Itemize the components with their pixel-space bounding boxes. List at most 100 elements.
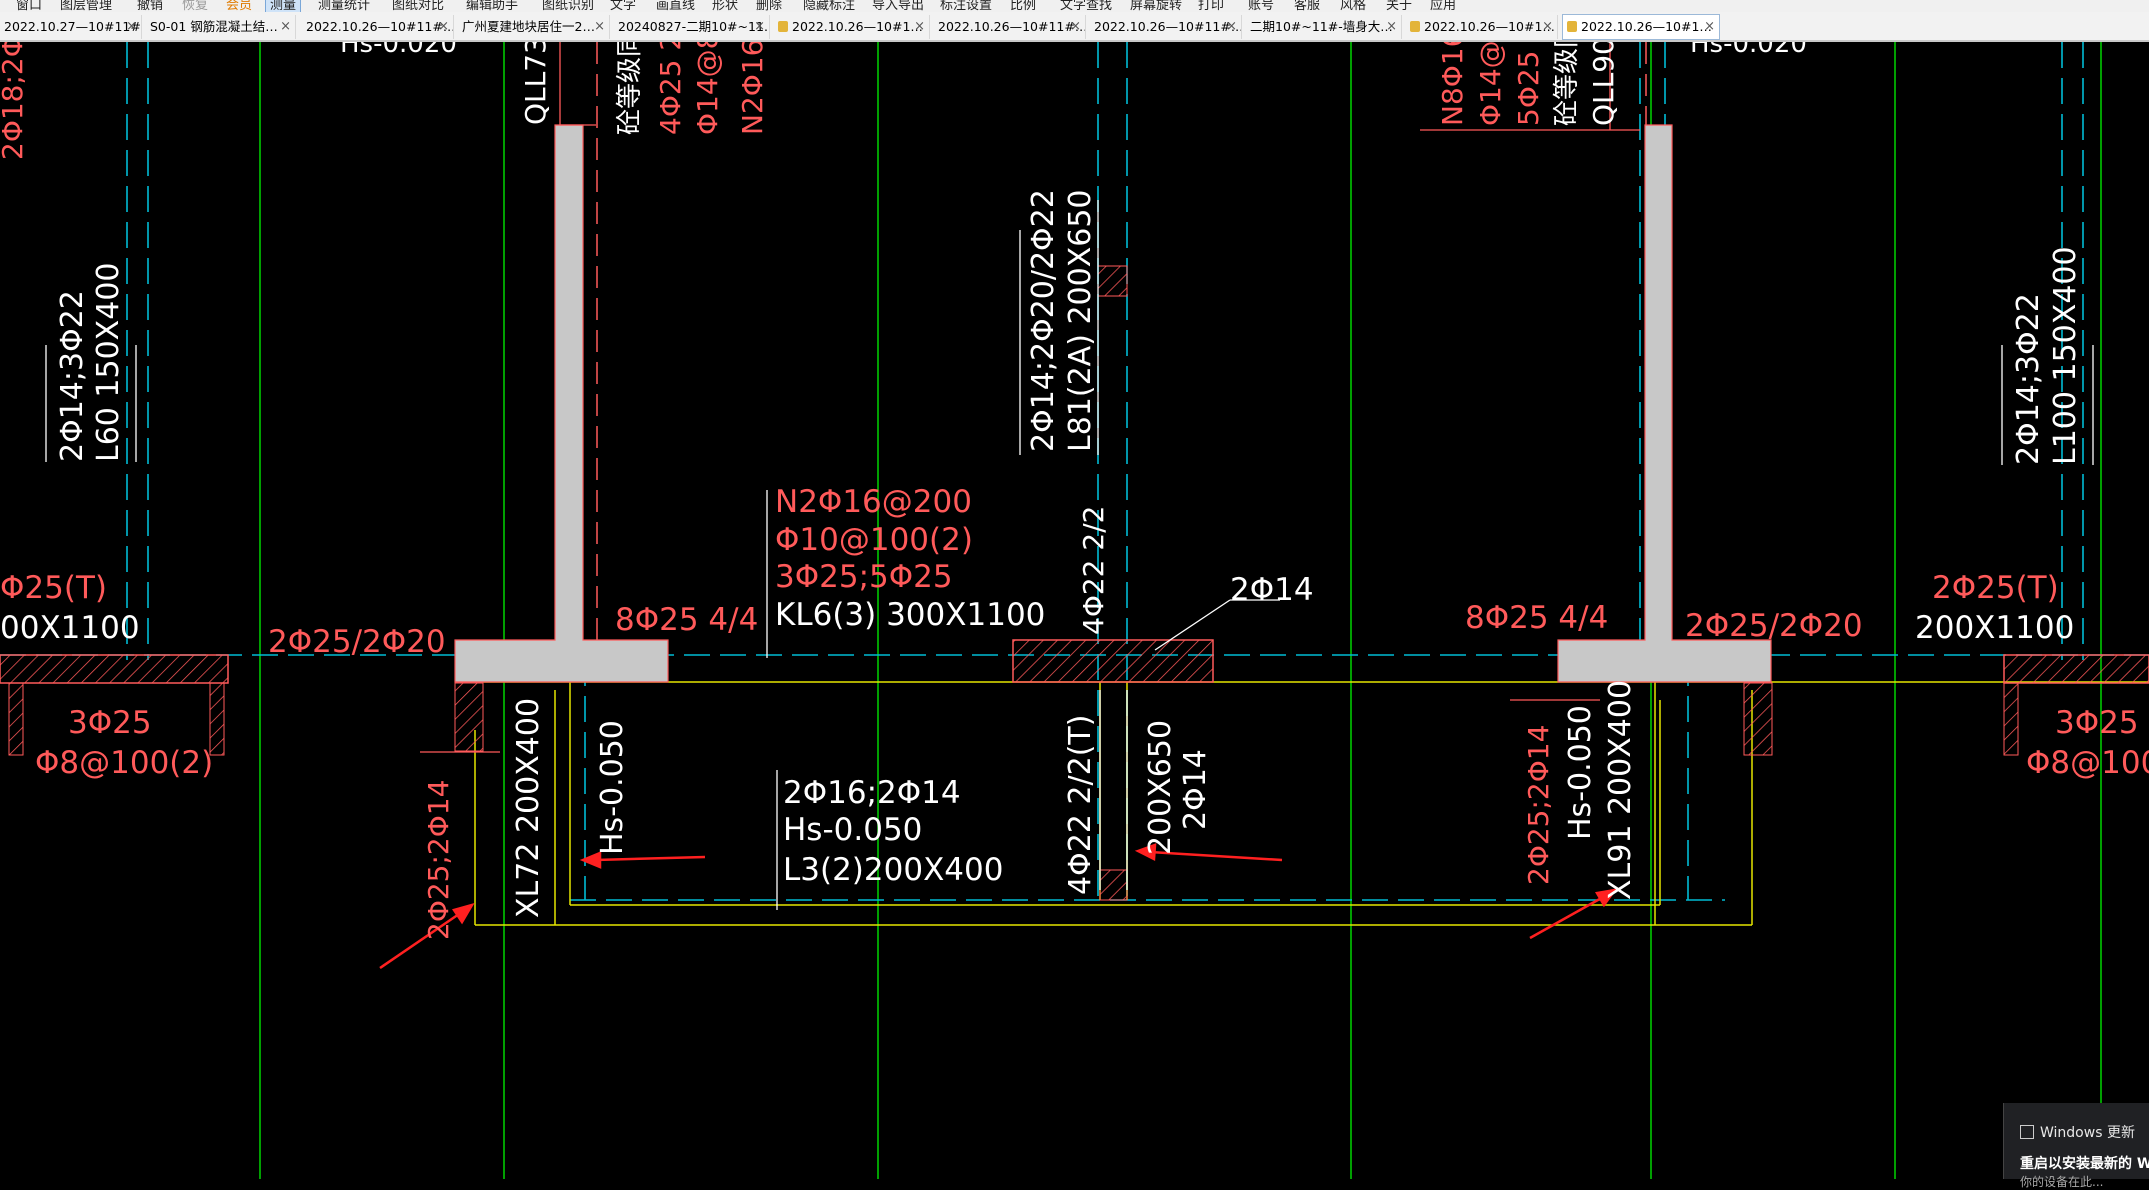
close-icon[interactable]: × xyxy=(1704,15,1715,39)
close-icon[interactable]: × xyxy=(1542,15,1553,39)
document-tab[interactable]: 20240827-二期10#~11… × xyxy=(614,15,770,39)
menu-account[interactable]: 账号 xyxy=(1248,0,1274,12)
center-2014-b: 2Φ14 xyxy=(1178,749,1213,830)
document-tab[interactable]: 广州夏建地块居住一2… × xyxy=(458,15,610,39)
menu-draw-line[interactable]: 画直线 xyxy=(656,0,695,12)
xl72-label: XL72 200X400 xyxy=(511,698,546,918)
document-tab[interactable]: S0-01 钢筋混凝土结… × xyxy=(146,15,296,39)
menu-screen-rotate[interactable]: 屏幕旋转 xyxy=(1130,0,1182,12)
mid-8025-right: 8Φ25 4/4 xyxy=(1465,600,1608,636)
qll90-col3: 5Φ25 xyxy=(1512,51,1545,126)
left-808: Φ8@100(2) xyxy=(35,745,213,781)
close-icon[interactable]: × xyxy=(1226,15,1237,39)
tab-label: 2022.10.26—10#1… xyxy=(1424,19,1555,34)
l81-line2: L81(2A) 200X650 xyxy=(1063,189,1098,452)
update-icon xyxy=(2020,1125,2034,1139)
mid-8025-left: 8Φ25 4/4 xyxy=(615,602,758,638)
qll90-label: QLL90 xyxy=(1587,42,1620,126)
menu-support[interactable]: 客服 xyxy=(1294,0,1320,12)
tab-label: 2022.10.26—10#11#… xyxy=(1094,19,1242,34)
toast-title: Windows 更新 xyxy=(2040,1125,2135,1141)
menu-drawing-compare[interactable]: 图纸对比 xyxy=(392,0,444,12)
close-icon[interactable]: × xyxy=(754,15,765,39)
qll73-label: QLL73 xyxy=(519,42,552,125)
close-icon[interactable]: × xyxy=(438,15,449,39)
menu-style[interactable]: 风格 xyxy=(1340,0,1366,12)
center-2014: 2Φ14 xyxy=(1230,572,1314,608)
xl91-red: 2Φ25;2Φ14 xyxy=(1522,725,1555,885)
lock-icon xyxy=(1567,21,1577,32)
document-tab-active[interactable]: 2022.10.26—10#1… × xyxy=(1562,14,1720,40)
qll73-col4: N2Φ16 xyxy=(736,42,769,135)
qll73-col3: Φ14@8 xyxy=(691,42,724,135)
right-3025: 3Φ25 xyxy=(2055,705,2139,741)
close-icon[interactable]: × xyxy=(1070,15,1081,39)
kl6-line1: N2Φ16@200 xyxy=(775,484,972,520)
top-right-elevation: Hs-0.020 xyxy=(1690,42,1807,59)
menu-text-search[interactable]: 文字查找 xyxy=(1060,0,1112,12)
document-tab[interactable]: 2022.10.26—10#1… × xyxy=(774,15,930,39)
close-icon[interactable]: × xyxy=(914,15,925,39)
menu-measure-stats[interactable]: 测量统计 xyxy=(318,0,370,12)
right-808: Φ8@100( xyxy=(2026,745,2149,781)
menu-hide-annotation[interactable]: 隐藏标注 xyxy=(803,0,855,12)
toast-sub: 你的设备在此... xyxy=(2020,1175,2104,1189)
kl6-line2: Φ10@100(2) xyxy=(775,522,973,558)
toast-body: 重启以安装最新的 W xyxy=(2020,1156,2149,1172)
right-2025-2020: 2Φ25/2Φ20 xyxy=(1685,608,1863,644)
center-4022-bottom: 4Φ22 2/2(T) xyxy=(1063,715,1098,895)
lock-icon xyxy=(1410,21,1420,32)
menu-vip[interactable]: 会员 xyxy=(226,0,252,12)
xl91-hs: Hs-0.050 xyxy=(1563,705,1598,840)
close-icon[interactable]: × xyxy=(1386,15,1397,39)
tab-label: 2022.10.26—10#1… xyxy=(792,19,923,34)
menu-text[interactable]: 文字 xyxy=(610,0,636,12)
tab-label: 2022.10.27—10#11#… xyxy=(4,19,142,34)
menu-edit-assistant[interactable]: 编辑助手 xyxy=(466,0,518,12)
l3-line3: L3(2)200X400 xyxy=(783,852,1003,888)
menu-import-export[interactable]: 导入导出 xyxy=(872,0,924,12)
document-tab[interactable]: 2022.10.27—10#11#… × xyxy=(0,15,142,39)
menu-bar: 窗口 图层管理 撤销 恢复 会员 测量 测量统计 图纸对比 编辑助手 图纸识别 … xyxy=(0,0,2149,12)
close-icon[interactable]: × xyxy=(126,15,137,39)
close-icon[interactable]: × xyxy=(280,15,291,39)
menu-delete[interactable]: 删除 xyxy=(756,0,782,12)
document-tab-bar: 2022.10.27—10#11#… × S0-01 钢筋混凝土结… × 202… xyxy=(0,12,2149,42)
menu-print[interactable]: 打印 xyxy=(1198,0,1224,12)
qll90-col4: 砼等级同墙 xyxy=(1552,42,1582,126)
xl72-hs: Hs-0.050 xyxy=(595,720,630,855)
document-tab[interactable]: 二期10#~11#-墙身大… × xyxy=(1246,15,1402,39)
close-icon[interactable]: × xyxy=(594,15,605,39)
qll73-col2: 4Φ25 2 xyxy=(654,42,687,135)
left-3025: 3Φ25 xyxy=(68,705,152,741)
cad-drawing[interactable]: Hs-0.020 Hs-0.020 2Φ18;2Φ QLL73 砼等级同墙 4Φ… xyxy=(0,0,2149,1179)
menu-redo[interactable]: 恢复 xyxy=(182,0,208,12)
left-top-red: 2Φ18;2Φ xyxy=(0,42,29,160)
yellow-outline xyxy=(470,681,2149,926)
tab-label: 2022.10.26—10#1… xyxy=(1581,19,1712,34)
center-small-hatch-top xyxy=(1097,265,1128,297)
kl6-line3: 3Φ25;5Φ25 xyxy=(775,559,953,595)
document-tab[interactable]: 2022.10.26—10#11#… × xyxy=(1090,15,1242,39)
menu-shape[interactable]: 形状 xyxy=(712,0,738,12)
xl91-label: XL91 200X400 xyxy=(1603,680,1638,900)
tab-label: 二期10#~11#-墙身大… xyxy=(1250,19,1393,34)
windows-update-toast[interactable]: Windows 更新 重启以安装最新的 W 你的设备在此... xyxy=(2003,1103,2149,1189)
document-tab[interactable]: 2022.10.26—10#11#… × xyxy=(302,15,454,39)
menu-measure[interactable]: 测量 xyxy=(265,0,302,12)
drawing-canvas[interactable]: Hs-0.020 Hs-0.020 2Φ18;2Φ QLL73 砼等级同墙 4Φ… xyxy=(0,0,2149,1179)
mid-right-post-hatch xyxy=(1743,682,1773,756)
menu-annotation-settings[interactable]: 标注设置 xyxy=(940,0,992,12)
menu-undo[interactable]: 撤销 xyxy=(137,0,163,12)
menu-layer-manager[interactable]: 图层管理 xyxy=(60,0,112,12)
menu-scale[interactable]: 比例 xyxy=(1010,0,1036,12)
document-tab[interactable]: 2022.10.26—10#1… × xyxy=(1406,15,1558,39)
left-beam-hatch xyxy=(0,654,229,684)
menu-window[interactable]: 窗口 xyxy=(16,0,42,12)
document-tab[interactable]: 2022.10.26—10#11#… × xyxy=(934,15,1086,39)
center-4022-top: 4Φ22 2/2 xyxy=(1077,506,1110,635)
menu-drawing-recognition[interactable]: 图纸识别 xyxy=(542,0,594,12)
menu-apps[interactable]: 应用 xyxy=(1430,0,1456,12)
center-small-hatch-bottom xyxy=(1099,869,1128,901)
menu-about[interactable]: 关于 xyxy=(1386,0,1412,12)
